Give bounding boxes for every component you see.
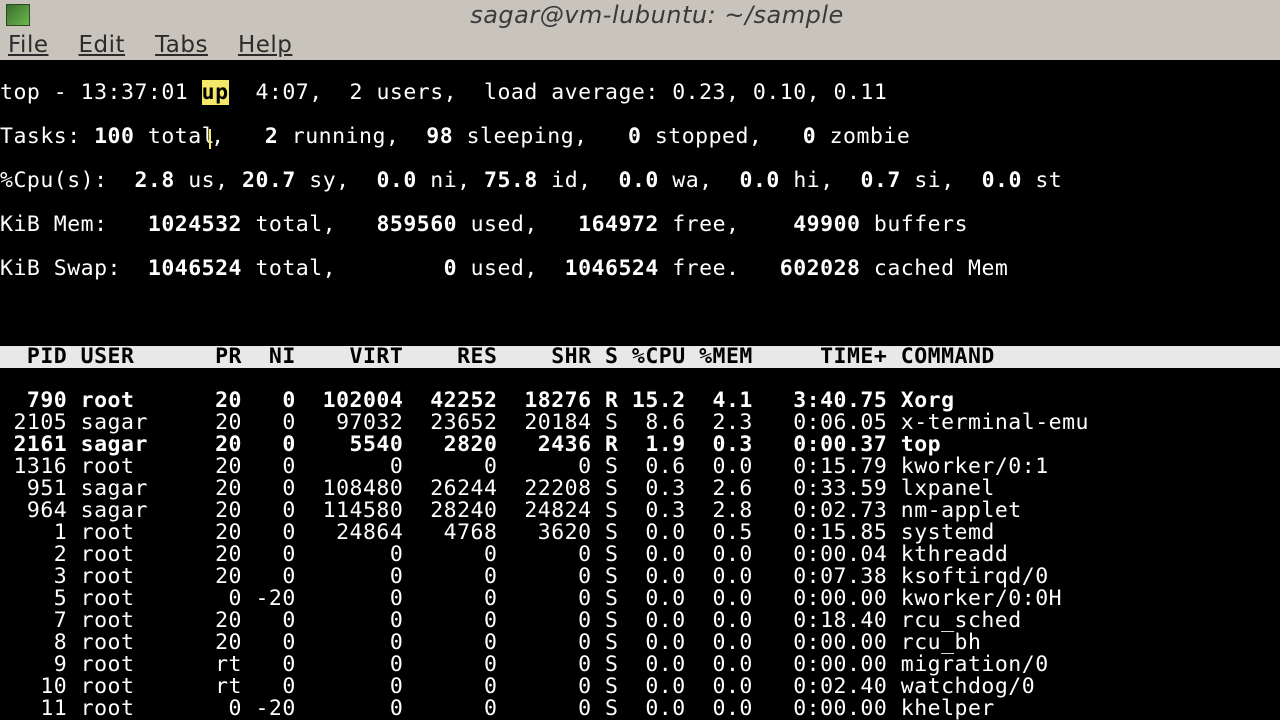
menu-bar: File Edit Tabs Help [0,30,1280,60]
terminal-icon [6,4,30,26]
process-header: PID USER PR NI VIRT RES SHR S %CPU %MEM … [0,346,1280,368]
top-summary-line1: top - 13:37:01 up 4:07, 2 users, load av… [0,82,1280,104]
menu-help[interactable]: Help [238,34,292,56]
process-row: 7 root 20 0 0 0 0 S 0.0 0.0 0:18.40 rcu_… [0,610,1280,632]
window-title: sagar@vm-lubuntu: ~/sample [40,4,1274,26]
process-row: 9 root rt 0 0 0 0 S 0.0 0.0 0:00.00 migr… [0,654,1280,676]
process-row: 10 root rt 0 0 0 0 S 0.0 0.0 0:02.40 wat… [0,676,1280,698]
process-row: 2105 sagar 20 0 97032 23652 20184 S 8.6 … [0,412,1280,434]
menu-tabs[interactable]: Tabs [155,34,208,56]
terminal-output[interactable]: top - 13:37:01 up 4:07, 2 users, load av… [0,60,1280,720]
process-row: 3 root 20 0 0 0 0 S 0.0 0.0 0:07.38 ksof… [0,566,1280,588]
top-mem-line: KiB Mem: 1024532 total, 859560 used, 164… [0,214,1280,236]
blank-line [0,302,1280,324]
process-row: 790 root 20 0 102004 42252 18276 R 15.2 … [0,390,1280,412]
process-row: 951 sagar 20 0 108480 26244 22208 S 0.3 … [0,478,1280,500]
process-row: 5 root 0 -20 0 0 0 S 0.0 0.0 0:00.00 kwo… [0,588,1280,610]
process-row: 1316 root 20 0 0 0 0 S 0.6 0.0 0:15.79 k… [0,456,1280,478]
process-row: 11 root 0 -20 0 0 0 S 0.0 0.0 0:00.00 kh… [0,698,1280,720]
top-tasks-line: Tasks: 100 total, 2 running, 98 sleeping… [0,126,1280,148]
highlight-up: up [202,80,229,105]
top-swap-line: KiB Swap: 1046524 total, 0 used, 1046524… [0,258,1280,280]
process-row: 8 root 20 0 0 0 0 S 0.0 0.0 0:00.00 rcu_… [0,632,1280,654]
process-row: 2161 sagar 20 0 5540 2820 2436 R 1.9 0.3… [0,434,1280,456]
process-row: 1 root 20 0 24864 4768 3620 S 0.0 0.5 0:… [0,522,1280,544]
top-cpu-line: %Cpu(s): 2.8 us, 20.7 sy, 0.0 ni, 75.8 i… [0,170,1280,192]
menu-file[interactable]: File [8,34,49,56]
process-row: 964 sagar 20 0 114580 28240 24824 S 0.3 … [0,500,1280,522]
window-titlebar: sagar@vm-lubuntu: ~/sample [0,0,1280,30]
menu-edit[interactable]: Edit [79,34,126,56]
process-row: 2 root 20 0 0 0 0 S 0.0 0.0 0:00.04 kthr… [0,544,1280,566]
